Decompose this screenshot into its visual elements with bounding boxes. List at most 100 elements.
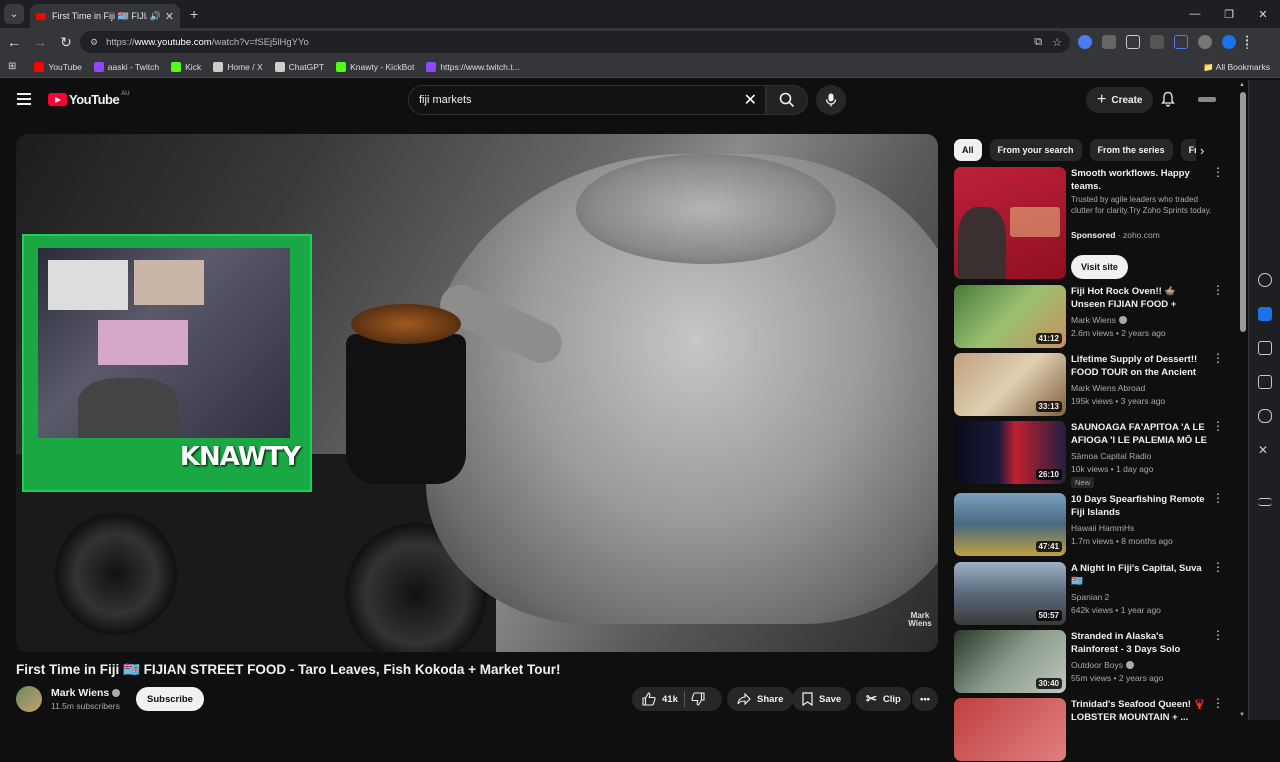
- bookmark-item[interactable]: ChatGPT: [274, 61, 324, 72]
- new-tab-button[interactable]: +: [190, 6, 198, 22]
- more-options-icon[interactable]: ⋮: [1212, 629, 1224, 641]
- recommended-video[interactable]: 41:12 Fiji Hot Rock Oven!! 🍲 Unseen FIJIA…: [954, 284, 1234, 349]
- browser-menu-icon[interactable]: [1246, 35, 1250, 49]
- search-input[interactable]: fiji markets ✕: [408, 85, 766, 115]
- side-panel-icon[interactable]: [1174, 35, 1188, 49]
- more-actions-button[interactable]: •••: [912, 687, 938, 711]
- address-bar[interactable]: ⚙ https://www.youtube.com/watch?v=fSEj5l…: [80, 31, 1070, 53]
- recommended-channel[interactable]: Outdoor Boys: [1071, 660, 1134, 670]
- recommended-video-title[interactable]: 10 Days Spearfishing Remote Fiji Islands: [1071, 493, 1211, 519]
- recommended-video[interactable]: 33:13 Lifetime Supply of Dessert!! FOOD T…: [954, 352, 1234, 417]
- recommended-channel[interactable]: Spanian 2: [1071, 592, 1109, 602]
- share-button[interactable]: Share: [727, 687, 794, 711]
- extensions-puzzle-icon[interactable]: [1126, 35, 1140, 49]
- recommended-video-title[interactable]: Trinidad's Seafood Queen! 🦞 LOBSTER MOUN…: [1071, 698, 1211, 724]
- channel-avatar[interactable]: [16, 686, 42, 712]
- create-button[interactable]: + Create: [1086, 87, 1154, 113]
- tools-sidebar-icon[interactable]: ✕: [1258, 443, 1272, 457]
- scrollbar-thumb[interactable]: [1240, 92, 1246, 332]
- recommended-channel[interactable]: Hawaii HammHs: [1071, 523, 1134, 533]
- video-thumbnail[interactable]: [954, 698, 1066, 761]
- account-avatar[interactable]: [1198, 97, 1216, 102]
- recommended-video-title[interactable]: Fiji Hot Rock Oven!! 🍲 Unseen FIJIAN FOO…: [1071, 285, 1211, 312]
- recommended-video[interactable]: 47:41 10 Days Spearfishing Remote Fiji Is…: [954, 492, 1234, 557]
- recommended-channel[interactable]: Mark Wiens: [1071, 315, 1127, 325]
- recommended-video[interactable]: Trinidad's Seafood Queen! 🦞 LOBSTER MOUN…: [954, 697, 1234, 762]
- video-thumbnail[interactable]: 30:40: [954, 630, 1066, 693]
- more-options-icon[interactable]: ⋮: [1212, 697, 1224, 709]
- recommended-channel[interactable]: Mark Wiens Abroad: [1071, 383, 1145, 393]
- hamburger-menu-icon[interactable]: [17, 93, 31, 108]
- bookmark-item[interactable]: Kick: [171, 61, 201, 72]
- more-options-icon[interactable]: ⋮: [1212, 561, 1224, 573]
- filter-chip[interactable]: Fr: [1180, 139, 1196, 161]
- scroll-down-arrow-icon[interactable]: ▼: [1239, 712, 1245, 718]
- visit-site-button[interactable]: Visit site: [1071, 255, 1128, 279]
- reading-list-icon[interactable]: [1150, 35, 1164, 49]
- video-thumbnail[interactable]: 33:13: [954, 353, 1066, 416]
- extension-check-icon[interactable]: [1222, 35, 1236, 49]
- recommended-video[interactable]: 30:40 Stranded in Alaska's Rainforest - 3…: [954, 629, 1234, 694]
- close-window-button[interactable]: ✕: [1246, 8, 1280, 21]
- youtube-logo[interactable]: YouTube AU: [48, 91, 130, 107]
- video-thumbnail[interactable]: 50:57: [954, 562, 1066, 625]
- calculator-sidebar-icon[interactable]: [1258, 341, 1272, 355]
- scroll-up-arrow-icon[interactable]: ▲: [1239, 82, 1245, 88]
- reload-icon[interactable]: ↻: [54, 34, 78, 51]
- all-bookmarks-button[interactable]: 📁 All Bookmarks: [1203, 62, 1270, 73]
- filter-chip[interactable]: From your search: [989, 139, 1082, 161]
- search-button[interactable]: [766, 85, 808, 115]
- minimize-button[interactable]: —: [1178, 8, 1212, 20]
- more-options-icon[interactable]: ⋮: [1212, 284, 1224, 296]
- channel-name[interactable]: Mark Wiens: [51, 687, 121, 699]
- filter-chip[interactable]: All: [954, 139, 982, 161]
- bookmark-item[interactable]: Knawty - KickBot: [336, 61, 414, 72]
- thumbs-down-icon[interactable]: [691, 692, 705, 706]
- more-options-icon[interactable]: ⋮: [1212, 352, 1224, 364]
- browser-tab-active[interactable]: First Time in Fiji 🇫🇯 FIJIAN S 🔊 ✕: [30, 4, 180, 28]
- notes-sidebar-icon[interactable]: [1258, 375, 1272, 389]
- ad-more-options-icon[interactable]: ⋮: [1212, 166, 1224, 178]
- recommended-video[interactable]: 50:57 A Night In Fiji's Capital, Suva 🇫🇯 S…: [954, 561, 1234, 626]
- subscribe-button[interactable]: Subscribe: [136, 687, 204, 711]
- forward-icon[interactable]: →: [28, 34, 52, 50]
- bookmark-star-icon[interactable]: ☆: [1052, 36, 1062, 49]
- page-scrollbar[interactable]: ▲ ▼: [1238, 80, 1248, 720]
- restore-button[interactable]: ❐: [1212, 8, 1246, 21]
- bookmark-item[interactable]: https://www.twitch.t...: [426, 61, 520, 72]
- speaker-icon[interactable]: 🔊: [150, 11, 161, 22]
- voice-search-button[interactable]: [816, 85, 846, 115]
- recommended-video-title[interactable]: A Night In Fiji's Capital, Suva 🇫🇯: [1071, 562, 1211, 588]
- recommended-video-title[interactable]: Lifetime Supply of Dessert!! FOOD TOUR o…: [1071, 353, 1211, 380]
- install-app-icon[interactable]: ⧉: [1034, 36, 1042, 49]
- recommended-video-title[interactable]: SAUNOAGA FA'APITOA 'A LE AFIOGA 'I LE PA…: [1071, 421, 1211, 448]
- bookmark-item[interactable]: Home / X: [213, 61, 263, 72]
- chips-next-arrow-icon[interactable]: ›: [1200, 143, 1204, 158]
- customize-sidebar-icon[interactable]: [1258, 498, 1272, 506]
- site-info-icon[interactable]: ⚙: [90, 37, 98, 48]
- like-button[interactable]: 41k: [642, 692, 678, 706]
- extension-shield-icon[interactable]: [1078, 35, 1092, 49]
- video-player[interactable]: KNAWTY Mark Wiens: [16, 134, 938, 652]
- games-sidebar-icon[interactable]: [1258, 409, 1272, 423]
- recommended-video-title[interactable]: Stranded in Alaska's Rainforest - 3 Days…: [1071, 630, 1211, 657]
- sponsored-ad[interactable]: Smooth workflows. Happy teams. Trusted b…: [954, 166, 1234, 280]
- recommended-channel[interactable]: Sāmoa Capital Radio: [1071, 451, 1151, 461]
- ad-thumbnail[interactable]: [954, 167, 1066, 279]
- more-options-icon[interactable]: ⋮: [1212, 420, 1224, 432]
- save-button[interactable]: Save: [792, 687, 852, 711]
- bookmark-item[interactable]: aaski - Twitch: [93, 61, 159, 72]
- clip-button[interactable]: ✂ Clip: [856, 687, 911, 711]
- filter-chip[interactable]: From the series: [1089, 139, 1173, 161]
- apps-grid-icon[interactable]: ⊞: [8, 61, 16, 72]
- bookmark-item[interactable]: YouTube: [34, 61, 82, 72]
- recommended-video[interactable]: 26:10 SAUNOAGA FA'APITOA 'A LE AFIOGA 'I …: [954, 420, 1234, 488]
- close-tab-icon[interactable]: ✕: [165, 10, 174, 23]
- tab-search-dropdown[interactable]: ⌄: [4, 4, 24, 24]
- video-thumbnail[interactable]: 41:12: [954, 285, 1066, 348]
- video-thumbnail[interactable]: 47:41: [954, 493, 1066, 556]
- video-thumbnail[interactable]: 26:10: [954, 421, 1066, 484]
- clear-search-icon[interactable]: ✕: [744, 90, 757, 110]
- profile-icon[interactable]: [1198, 35, 1212, 49]
- channel-watermark[interactable]: Mark Wiens: [902, 612, 938, 628]
